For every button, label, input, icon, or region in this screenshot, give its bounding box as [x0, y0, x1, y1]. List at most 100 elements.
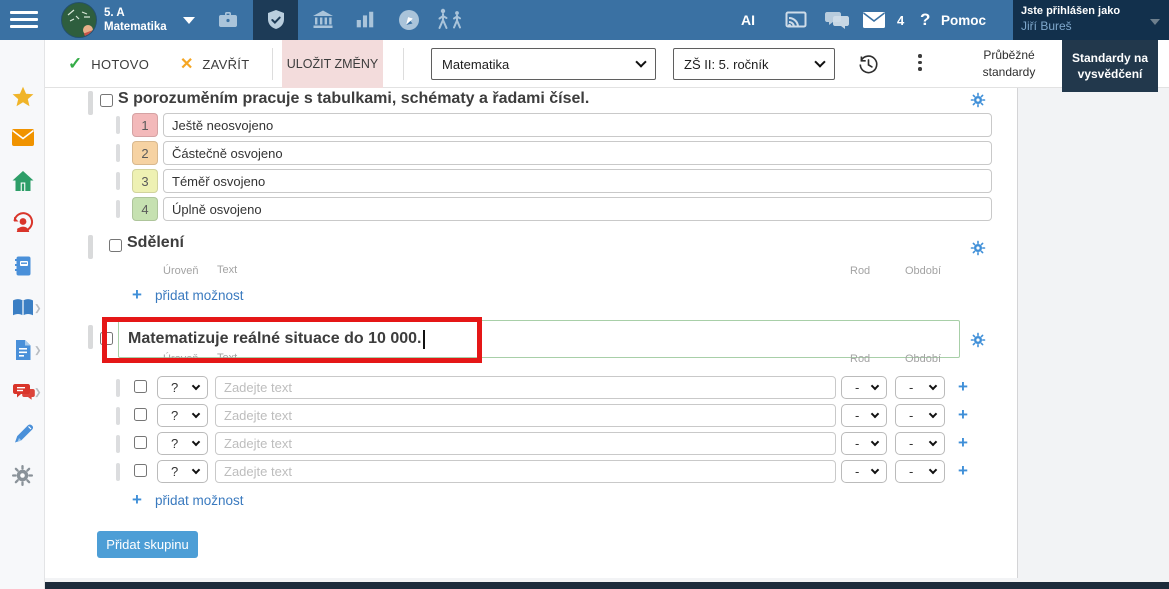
- level-select[interactable]: ?: [157, 404, 208, 427]
- section-checkbox[interactable]: [109, 239, 122, 252]
- screen-share-icon[interactable]: [780, 0, 812, 40]
- section-gear-icon[interactable]: [970, 92, 986, 108]
- plus-icon: +: [132, 490, 142, 510]
- row-add-icon[interactable]: +: [958, 377, 968, 397]
- option-text-input[interactable]: [163, 141, 992, 165]
- row-add-icon[interactable]: +: [958, 461, 968, 481]
- report-tab-line1: Standardy na: [1072, 50, 1148, 66]
- compass-badge-icon[interactable]: [394, 0, 424, 40]
- favorites-star-icon[interactable]: [11, 85, 35, 109]
- period-select[interactable]: -: [895, 432, 945, 455]
- section-title-input[interactable]: Matematizuje reálné situace do 10 000.: [118, 320, 960, 358]
- mail-icon[interactable]: [860, 0, 888, 40]
- column-header-level: Úroveň: [163, 265, 198, 277]
- chevron-down-icon: [929, 382, 937, 390]
- save-changes-button[interactable]: ULOŽIT ZMĚNY: [282, 40, 383, 88]
- row-drag-handle[interactable]: [116, 172, 120, 190]
- subject-select[interactable]: Matematika: [431, 48, 656, 80]
- bar-chart-icon[interactable]: [350, 0, 380, 40]
- hamburger-menu-icon[interactable]: [10, 11, 38, 29]
- gender-select[interactable]: -: [841, 404, 887, 427]
- grade-select-value: ZŠ II: 5. ročník: [684, 57, 769, 72]
- column-header-text: Text: [217, 264, 237, 276]
- row-checkbox[interactable]: [134, 464, 147, 477]
- period-select[interactable]: -: [895, 404, 945, 427]
- more-options-kebab-icon[interactable]: [918, 54, 922, 74]
- discussion-icon[interactable]: [11, 380, 35, 404]
- gender-select[interactable]: -: [841, 460, 887, 483]
- period-select[interactable]: -: [895, 460, 945, 483]
- add-option-button[interactable]: + přidat možnost: [132, 490, 243, 510]
- section-drag-handle[interactable]: [88, 91, 93, 115]
- documents-icon[interactable]: [11, 338, 35, 362]
- option-text-input[interactable]: [215, 460, 836, 483]
- bottom-bar: [45, 582, 1169, 589]
- row-add-icon[interactable]: +: [958, 433, 968, 453]
- period-select[interactable]: -: [895, 376, 945, 399]
- row-drag-handle[interactable]: [116, 144, 120, 162]
- level-select[interactable]: ?: [157, 460, 208, 483]
- curriculum-book-icon[interactable]: [11, 296, 35, 320]
- section-drag-handle[interactable]: [88, 235, 93, 259]
- tab-ongoing-standards[interactable]: Průběžné standardy: [963, 47, 1055, 81]
- row-checkbox[interactable]: [134, 380, 147, 393]
- history-button[interactable]: [857, 40, 880, 88]
- level-select[interactable]: ?: [157, 376, 208, 399]
- class-selector[interactable]: 5. A Matematika: [104, 6, 167, 34]
- tab-report-standards[interactable]: Standardy na vysvědčení: [1062, 40, 1158, 92]
- class-caret-icon[interactable]: [183, 17, 195, 24]
- option-text-input[interactable]: [163, 169, 992, 193]
- settings-gear-icon[interactable]: [11, 464, 35, 488]
- row-drag-handle[interactable]: [116, 379, 120, 397]
- option-text-input[interactable]: [215, 404, 836, 427]
- section-drag-handle[interactable]: [88, 325, 93, 349]
- ai-button[interactable]: AI: [741, 0, 755, 40]
- help-question-icon[interactable]: ?: [920, 0, 930, 40]
- row-add-icon[interactable]: +: [958, 405, 968, 425]
- help-label[interactable]: Pomoc: [941, 0, 986, 40]
- grade-select[interactable]: ZŠ II: 5. ročník: [673, 48, 835, 80]
- home-icon[interactable]: [11, 169, 35, 193]
- chat-icon[interactable]: [820, 0, 854, 40]
- row-drag-handle[interactable]: [116, 463, 120, 481]
- section-gear-icon[interactable]: [970, 240, 986, 256]
- row-drag-handle[interactable]: [116, 116, 120, 134]
- gradebook-notebook-icon[interactable]: [11, 254, 35, 278]
- chevron-down-icon: [635, 56, 646, 67]
- row-checkbox[interactable]: [134, 436, 147, 449]
- check-icon: ✓: [68, 54, 82, 74]
- option-text-input[interactable]: [163, 197, 992, 221]
- section-checkbox[interactable]: [100, 94, 113, 107]
- option-text-input[interactable]: [215, 376, 836, 399]
- row-drag-handle[interactable]: [116, 435, 120, 453]
- attendance-person-icon[interactable]: [11, 211, 35, 235]
- chevron-down-icon: [871, 382, 879, 390]
- chevron-down-icon: [814, 56, 825, 67]
- row-drag-handle[interactable]: [116, 200, 120, 218]
- add-group-button[interactable]: Přidat skupinu: [97, 531, 198, 558]
- section-gear-icon[interactable]: [970, 332, 986, 348]
- class-avatar[interactable]: [61, 2, 97, 38]
- messages-mail-icon[interactable]: [11, 128, 35, 152]
- class-name: 5. A: [104, 6, 167, 20]
- walking-people-icon[interactable]: [430, 0, 470, 40]
- column-header-text: Text: [217, 352, 237, 364]
- option-text-input[interactable]: [215, 432, 836, 455]
- gender-select[interactable]: -: [841, 376, 887, 399]
- level-select[interactable]: ?: [157, 432, 208, 455]
- option-text-input[interactable]: [163, 113, 992, 137]
- close-button[interactable]: ✕ ZAVŘÍT: [180, 40, 249, 88]
- row-drag-handle[interactable]: [116, 407, 120, 425]
- standards-shield-icon[interactable]: [253, 0, 298, 40]
- gender-select[interactable]: -: [841, 432, 887, 455]
- section-checkbox[interactable]: [100, 332, 113, 345]
- briefcase-icon[interactable]: [213, 0, 243, 40]
- login-caption: Jste přihlášen jako: [1021, 5, 1161, 17]
- row-checkbox[interactable]: [134, 408, 147, 421]
- section-title: Sdělení: [127, 234, 184, 252]
- done-button[interactable]: ✓ HOTOVO: [68, 40, 149, 88]
- user-menu[interactable]: Jste přihlášen jako Jiří Bureš: [1013, 0, 1169, 40]
- add-option-button[interactable]: + přidat možnost: [132, 285, 243, 305]
- institution-icon[interactable]: [308, 0, 338, 40]
- pen-icon[interactable]: [11, 422, 35, 446]
